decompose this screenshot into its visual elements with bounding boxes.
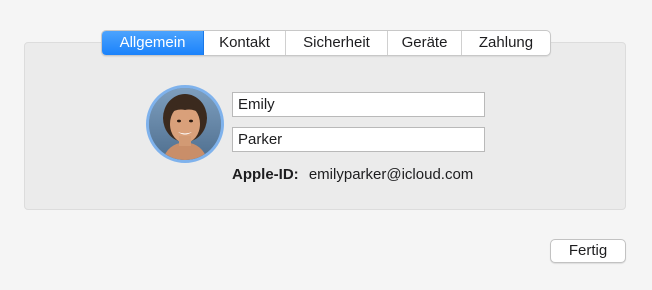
tab-allgemein[interactable]: Allgemein [102, 31, 204, 55]
apple-id-row: Apple-ID: emilyparker@icloud.com [232, 165, 473, 185]
apple-id-value: emilyparker@icloud.com [308, 166, 474, 183]
user-photo-icon [149, 88, 221, 160]
apple-id-label: Apple-ID: [232, 166, 299, 183]
tab-kontakt[interactable]: Kontakt [204, 31, 286, 55]
done-button[interactable]: Fertig [550, 239, 626, 263]
tab-sicherheit[interactable]: Sicherheit [286, 31, 388, 55]
tab-zahlung[interactable]: Zahlung [462, 31, 550, 55]
avatar[interactable] [146, 85, 224, 163]
tab-bar: Allgemein Kontakt Sicherheit Geräte Zahl… [101, 30, 551, 56]
last-name-field[interactable] [232, 127, 485, 152]
tab-geraete[interactable]: Geräte [388, 31, 462, 55]
first-name-field[interactable] [232, 92, 485, 117]
